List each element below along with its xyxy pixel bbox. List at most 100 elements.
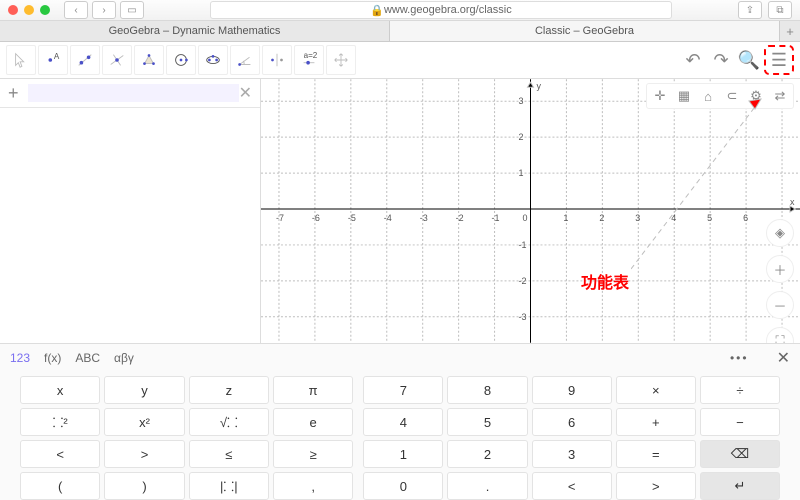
back-button[interactable]: ‹ [64, 1, 88, 19]
key-0[interactable]: 0 [363, 472, 443, 500]
key-([interactable]: ( [20, 472, 100, 500]
key->[interactable]: > [104, 440, 184, 468]
move-view-tool[interactable] [326, 45, 356, 75]
key-)[interactable]: ) [104, 472, 184, 500]
algebra-input[interactable] [28, 84, 239, 102]
locate-icon[interactable]: ◈ [766, 219, 794, 247]
kb-tab-123[interactable]: 123 [10, 351, 30, 365]
svg-text:-1: -1 [519, 240, 527, 250]
browser-tabs: GeoGebra – Dynamic Mathematics Classic –… [0, 21, 800, 42]
circle-tool[interactable] [166, 45, 196, 75]
settings-button[interactable]: ⚙ [745, 86, 767, 106]
svg-text:4: 4 [671, 213, 676, 223]
key-7[interactable]: 7 [363, 376, 443, 404]
sidebar-button[interactable]: ▭ [120, 1, 144, 19]
key-z[interactable]: z [189, 376, 269, 404]
key-x[interactable]: x [20, 376, 100, 404]
tab-1[interactable]: GeoGebra – Dynamic Mathematics [0, 21, 390, 41]
key-5[interactable]: 5 [447, 408, 527, 436]
key-1[interactable]: 1 [363, 440, 443, 468]
svg-text:-3: -3 [519, 312, 527, 322]
key-x²[interactable]: x² [104, 408, 184, 436]
toggle-axes[interactable]: ✛ [649, 86, 671, 106]
kb-tab-greek[interactable]: αβγ [114, 351, 134, 365]
kb-more[interactable]: ••• [730, 351, 749, 365]
svg-text:5: 5 [707, 213, 712, 223]
svg-text:a=2: a=2 [304, 51, 318, 60]
ellipse-tool[interactable] [198, 45, 228, 75]
forward-button[interactable]: › [92, 1, 116, 19]
key-<[interactable]: < [532, 472, 612, 500]
key-↵[interactable]: ↵ [700, 472, 780, 500]
key-<[interactable]: < [20, 440, 100, 468]
key-≥[interactable]: ≥ [273, 440, 353, 468]
key-|⸬|[interactable]: |⸬| [189, 472, 269, 500]
svg-text:-3: -3 [420, 213, 428, 223]
kb-close[interactable]: ✕ [777, 348, 790, 368]
key-,[interactable]: , [273, 472, 353, 500]
key-8[interactable]: 8 [447, 376, 527, 404]
key-6[interactable]: 6 [532, 408, 612, 436]
cursor-tool[interactable] [6, 45, 36, 75]
svg-text:-7: -7 [276, 213, 284, 223]
angle-tool[interactable] [230, 45, 260, 75]
maximize-window[interactable] [40, 5, 50, 15]
clear-input[interactable]: ✕ [239, 83, 252, 103]
home-view[interactable]: ⌂ [697, 86, 719, 106]
minimize-window[interactable] [24, 5, 34, 15]
kb-tab-fx[interactable]: f(x) [44, 351, 61, 365]
redo-button[interactable]: ↷ [708, 47, 734, 73]
tabs-button[interactable]: ⧉ [768, 1, 792, 19]
svg-text:0: 0 [523, 213, 528, 223]
key-−[interactable]: − [700, 408, 780, 436]
snap-button[interactable]: ⊂ [721, 86, 743, 106]
zoom-in[interactable]: ＋ [766, 255, 794, 283]
svg-text:-5: -5 [348, 213, 356, 223]
address-bar[interactable]: 🔒 www.geogebra.org/classic [210, 1, 672, 19]
key-⌫[interactable]: ⌫ [700, 440, 780, 468]
toggle-grid[interactable]: ▦ [673, 86, 695, 106]
close-window[interactable] [8, 5, 18, 15]
search-button[interactable]: 🔍 [736, 47, 762, 73]
tool-toolbar: A a=2 ↶ ↷ 🔍 ☰ [0, 42, 800, 79]
polygon-tool[interactable] [134, 45, 164, 75]
key-2[interactable]: 2 [447, 440, 527, 468]
window-titlebar: ‹ › ▭ 🔒 www.geogebra.org/classic ⇪ ⧉ [0, 0, 800, 21]
key-≤[interactable]: ≤ [189, 440, 269, 468]
undo-button[interactable]: ↶ [680, 47, 706, 73]
key-⸬²[interactable]: ⸬² [20, 408, 100, 436]
menu-button[interactable]: ☰ [764, 45, 794, 75]
zoom-out[interactable]: － [766, 291, 794, 319]
key-×[interactable]: × [616, 376, 696, 404]
kb-tab-abc[interactable]: ABC [75, 351, 100, 365]
key-9[interactable]: 9 [532, 376, 612, 404]
point-tool[interactable]: A [38, 45, 68, 75]
key-e[interactable]: e [273, 408, 353, 436]
graphics-view[interactable]: x y -7-6-5-4-3-2-1123456-3-2-11230 ✛ ▦ ⌂… [261, 79, 800, 343]
key-√⸬[interactable]: √⸬ [189, 408, 269, 436]
fullscreen[interactable]: ⛶ [766, 327, 794, 343]
key->[interactable]: > [616, 472, 696, 500]
svg-text:2: 2 [519, 132, 524, 142]
tab-2[interactable]: Classic – GeoGebra [390, 21, 780, 41]
key-=[interactable]: = [616, 440, 696, 468]
key-4[interactable]: 4 [363, 408, 443, 436]
reflect-tool[interactable] [262, 45, 292, 75]
line-tool[interactable] [70, 45, 100, 75]
key-.[interactable]: . [447, 472, 527, 500]
new-tab[interactable]: + [780, 21, 800, 41]
share-button[interactable]: ⇪ [738, 1, 762, 19]
key-3[interactable]: 3 [532, 440, 612, 468]
svg-text:-6: -6 [312, 213, 320, 223]
svg-text:6: 6 [743, 213, 748, 223]
add-input[interactable]: + [8, 83, 28, 104]
svg-text:y: y [536, 81, 541, 91]
slider-tool[interactable]: a=2 [294, 45, 324, 75]
svg-text:-1: -1 [492, 213, 500, 223]
key-π[interactable]: π [273, 376, 353, 404]
key-÷[interactable]: ÷ [700, 376, 780, 404]
key-y[interactable]: y [104, 376, 184, 404]
key-+[interactable]: + [616, 408, 696, 436]
view-style[interactable]: ⇄ [769, 86, 791, 106]
perp-tool[interactable] [102, 45, 132, 75]
